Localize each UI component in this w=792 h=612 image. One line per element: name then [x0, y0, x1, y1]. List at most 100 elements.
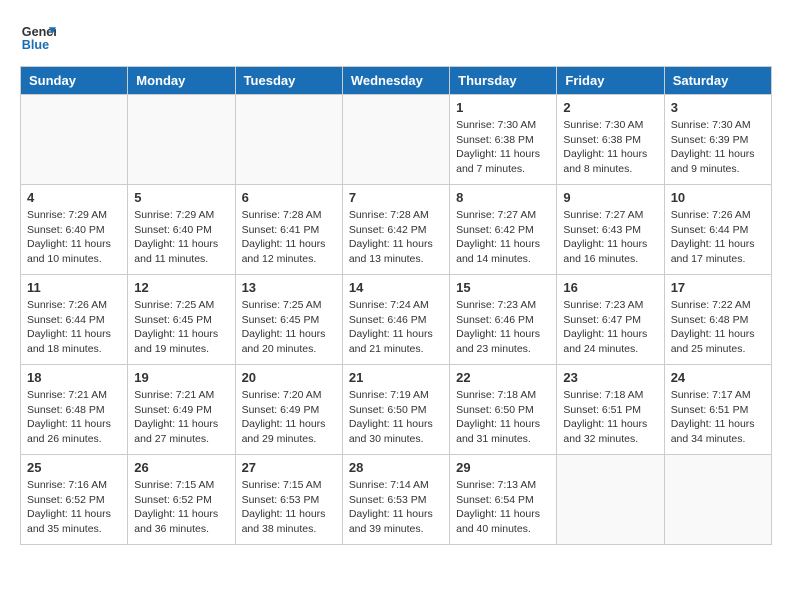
day-number: 8 — [456, 190, 550, 205]
calendar-cell: 21Sunrise: 7:19 AM Sunset: 6:50 PM Dayli… — [342, 365, 449, 455]
day-info: Sunrise: 7:19 AM Sunset: 6:50 PM Dayligh… — [349, 388, 443, 447]
calendar-cell: 7 Sunrise: 7:28 AM Sunset: 6:42 PM Daylig… — [342, 185, 449, 275]
day-info: Sunrise: 7:30 AM Sunset: 6:38 PM Dayligh… — [563, 118, 657, 177]
calendar-cell — [235, 95, 342, 185]
calendar-row: 11 Sunrise: 7:26 AM Sunset: 6:44 PM Dayli… — [21, 275, 772, 365]
calendar-row: 18 Sunrise: 7:21 AM Sunset: 6:48 PM Dayli… — [21, 365, 772, 455]
calendar-cell: 26 Sunrise: 7:15 AM Sunset: 6:52 PM Dayli… — [128, 455, 235, 545]
weekday-header-row: SundayMondayTuesdayWednesdayThursdayFrid… — [21, 67, 772, 95]
logo: General Blue — [20, 20, 56, 56]
calendar-row: 25 Sunrise: 7:16 AM Sunset: 6:52 PM Dayli… — [21, 455, 772, 545]
day-info: Sunrise: 7:18 AM Sunset: 6:51 PM Dayligh… — [563, 388, 657, 447]
day-info: Sunrise: 7:25 AM Sunset: 6:45 PM Dayligh… — [242, 298, 336, 357]
day-info: Sunrise: 7:28 AM Sunset: 6:41 PM Dayligh… — [242, 208, 336, 267]
calendar-cell — [557, 455, 664, 545]
calendar-cell: 11 Sunrise: 7:26 AM Sunset: 6:44 PM Dayli… — [21, 275, 128, 365]
day-number: 13 — [242, 280, 336, 295]
day-number: 28 — [349, 460, 443, 475]
logo-icon: General Blue — [20, 20, 56, 56]
day-number: 23 — [563, 370, 657, 385]
day-info: Sunrise: 7:29 AM Sunset: 6:40 PM Dayligh… — [134, 208, 228, 267]
svg-text:Blue: Blue — [22, 38, 49, 52]
day-number: 5 — [134, 190, 228, 205]
day-info: Sunrise: 7:23 AM Sunset: 6:46 PM Dayligh… — [456, 298, 550, 357]
day-number: 26 — [134, 460, 228, 475]
weekday-header-cell: Wednesday — [342, 67, 449, 95]
calendar-cell: 18 Sunrise: 7:21 AM Sunset: 6:48 PM Dayli… — [21, 365, 128, 455]
calendar-row: 1 Sunrise: 7:30 AM Sunset: 6:38 PM Daylig… — [21, 95, 772, 185]
day-number: 10 — [671, 190, 765, 205]
day-info: Sunrise: 7:20 AM Sunset: 6:49 PM Dayligh… — [242, 388, 336, 447]
calendar-row: 4 Sunrise: 7:29 AM Sunset: 6:40 PM Daylig… — [21, 185, 772, 275]
day-info: Sunrise: 7:28 AM Sunset: 6:42 PM Dayligh… — [349, 208, 443, 267]
calendar-body: 1 Sunrise: 7:30 AM Sunset: 6:38 PM Daylig… — [21, 95, 772, 545]
day-number: 25 — [27, 460, 121, 475]
day-info: Sunrise: 7:18 AM Sunset: 6:50 PM Dayligh… — [456, 388, 550, 447]
calendar-cell: 25 Sunrise: 7:16 AM Sunset: 6:52 PM Dayli… — [21, 455, 128, 545]
calendar-cell — [21, 95, 128, 185]
day-info: Sunrise: 7:27 AM Sunset: 6:43 PM Dayligh… — [563, 208, 657, 267]
day-info: Sunrise: 7:26 AM Sunset: 6:44 PM Dayligh… — [27, 298, 121, 357]
day-number: 16 — [563, 280, 657, 295]
day-number: 27 — [242, 460, 336, 475]
calendar-cell: 8 Sunrise: 7:27 AM Sunset: 6:42 PM Daylig… — [450, 185, 557, 275]
calendar-cell: 12Sunrise: 7:25 AM Sunset: 6:45 PM Dayli… — [128, 275, 235, 365]
day-info: Sunrise: 7:21 AM Sunset: 6:48 PM Dayligh… — [27, 388, 121, 447]
calendar-cell: 17Sunrise: 7:22 AM Sunset: 6:48 PM Dayli… — [664, 275, 771, 365]
day-info: Sunrise: 7:16 AM Sunset: 6:52 PM Dayligh… — [27, 478, 121, 537]
calendar-cell: 6 Sunrise: 7:28 AM Sunset: 6:41 PM Daylig… — [235, 185, 342, 275]
day-info: Sunrise: 7:23 AM Sunset: 6:47 PM Dayligh… — [563, 298, 657, 357]
day-number: 12 — [134, 280, 228, 295]
calendar-cell: 3 Sunrise: 7:30 AM Sunset: 6:39 PM Daylig… — [664, 95, 771, 185]
calendar-cell — [342, 95, 449, 185]
day-number: 7 — [349, 190, 443, 205]
calendar-cell: 16 Sunrise: 7:23 AM Sunset: 6:47 PM Dayli… — [557, 275, 664, 365]
calendar-cell: 28 Sunrise: 7:14 AM Sunset: 6:53 PM Dayli… — [342, 455, 449, 545]
day-info: Sunrise: 7:21 AM Sunset: 6:49 PM Dayligh… — [134, 388, 228, 447]
calendar-cell — [664, 455, 771, 545]
calendar-cell: 22 Sunrise: 7:18 AM Sunset: 6:50 PM Dayli… — [450, 365, 557, 455]
calendar-cell: 4 Sunrise: 7:29 AM Sunset: 6:40 PM Daylig… — [21, 185, 128, 275]
weekday-header-cell: Tuesday — [235, 67, 342, 95]
day-number: 6 — [242, 190, 336, 205]
day-number: 4 — [27, 190, 121, 205]
day-info: Sunrise: 7:30 AM Sunset: 6:38 PM Dayligh… — [456, 118, 550, 177]
calendar-cell — [128, 95, 235, 185]
day-number: 15 — [456, 280, 550, 295]
day-number: 18 — [27, 370, 121, 385]
day-info: Sunrise: 7:27 AM Sunset: 6:42 PM Dayligh… — [456, 208, 550, 267]
calendar-cell: 15 Sunrise: 7:23 AM Sunset: 6:46 PM Dayli… — [450, 275, 557, 365]
calendar-cell: 29Sunrise: 7:13 AM Sunset: 6:54 PM Dayli… — [450, 455, 557, 545]
day-number: 19 — [134, 370, 228, 385]
day-info: Sunrise: 7:14 AM Sunset: 6:53 PM Dayligh… — [349, 478, 443, 537]
calendar-table: SundayMondayTuesdayWednesdayThursdayFrid… — [20, 66, 772, 545]
calendar-cell: 23 Sunrise: 7:18 AM Sunset: 6:51 PM Dayli… — [557, 365, 664, 455]
weekday-header-cell: Sunday — [21, 67, 128, 95]
weekday-header-cell: Friday — [557, 67, 664, 95]
calendar-cell: 14Sunrise: 7:24 AM Sunset: 6:46 PM Dayli… — [342, 275, 449, 365]
calendar-cell: 20 Sunrise: 7:20 AM Sunset: 6:49 PM Dayli… — [235, 365, 342, 455]
day-number: 20 — [242, 370, 336, 385]
day-number: 11 — [27, 280, 121, 295]
day-number: 2 — [563, 100, 657, 115]
weekday-header-cell: Saturday — [664, 67, 771, 95]
calendar-cell: 10Sunrise: 7:26 AM Sunset: 6:44 PM Dayli… — [664, 185, 771, 275]
day-number: 1 — [456, 100, 550, 115]
day-number: 9 — [563, 190, 657, 205]
day-info: Sunrise: 7:17 AM Sunset: 6:51 PM Dayligh… — [671, 388, 765, 447]
day-number: 3 — [671, 100, 765, 115]
day-number: 29 — [456, 460, 550, 475]
day-info: Sunrise: 7:30 AM Sunset: 6:39 PM Dayligh… — [671, 118, 765, 177]
day-info: Sunrise: 7:29 AM Sunset: 6:40 PM Dayligh… — [27, 208, 121, 267]
calendar-cell: 1 Sunrise: 7:30 AM Sunset: 6:38 PM Daylig… — [450, 95, 557, 185]
day-info: Sunrise: 7:15 AM Sunset: 6:52 PM Dayligh… — [134, 478, 228, 537]
weekday-header-cell: Thursday — [450, 67, 557, 95]
calendar-cell: 24Sunrise: 7:17 AM Sunset: 6:51 PM Dayli… — [664, 365, 771, 455]
day-number: 22 — [456, 370, 550, 385]
calendar-cell: 13 Sunrise: 7:25 AM Sunset: 6:45 PM Dayli… — [235, 275, 342, 365]
day-info: Sunrise: 7:15 AM Sunset: 6:53 PM Dayligh… — [242, 478, 336, 537]
header: General Blue — [20, 20, 772, 56]
calendar-cell: 2 Sunrise: 7:30 AM Sunset: 6:38 PM Daylig… — [557, 95, 664, 185]
day-info: Sunrise: 7:24 AM Sunset: 6:46 PM Dayligh… — [349, 298, 443, 357]
day-number: 17 — [671, 280, 765, 295]
